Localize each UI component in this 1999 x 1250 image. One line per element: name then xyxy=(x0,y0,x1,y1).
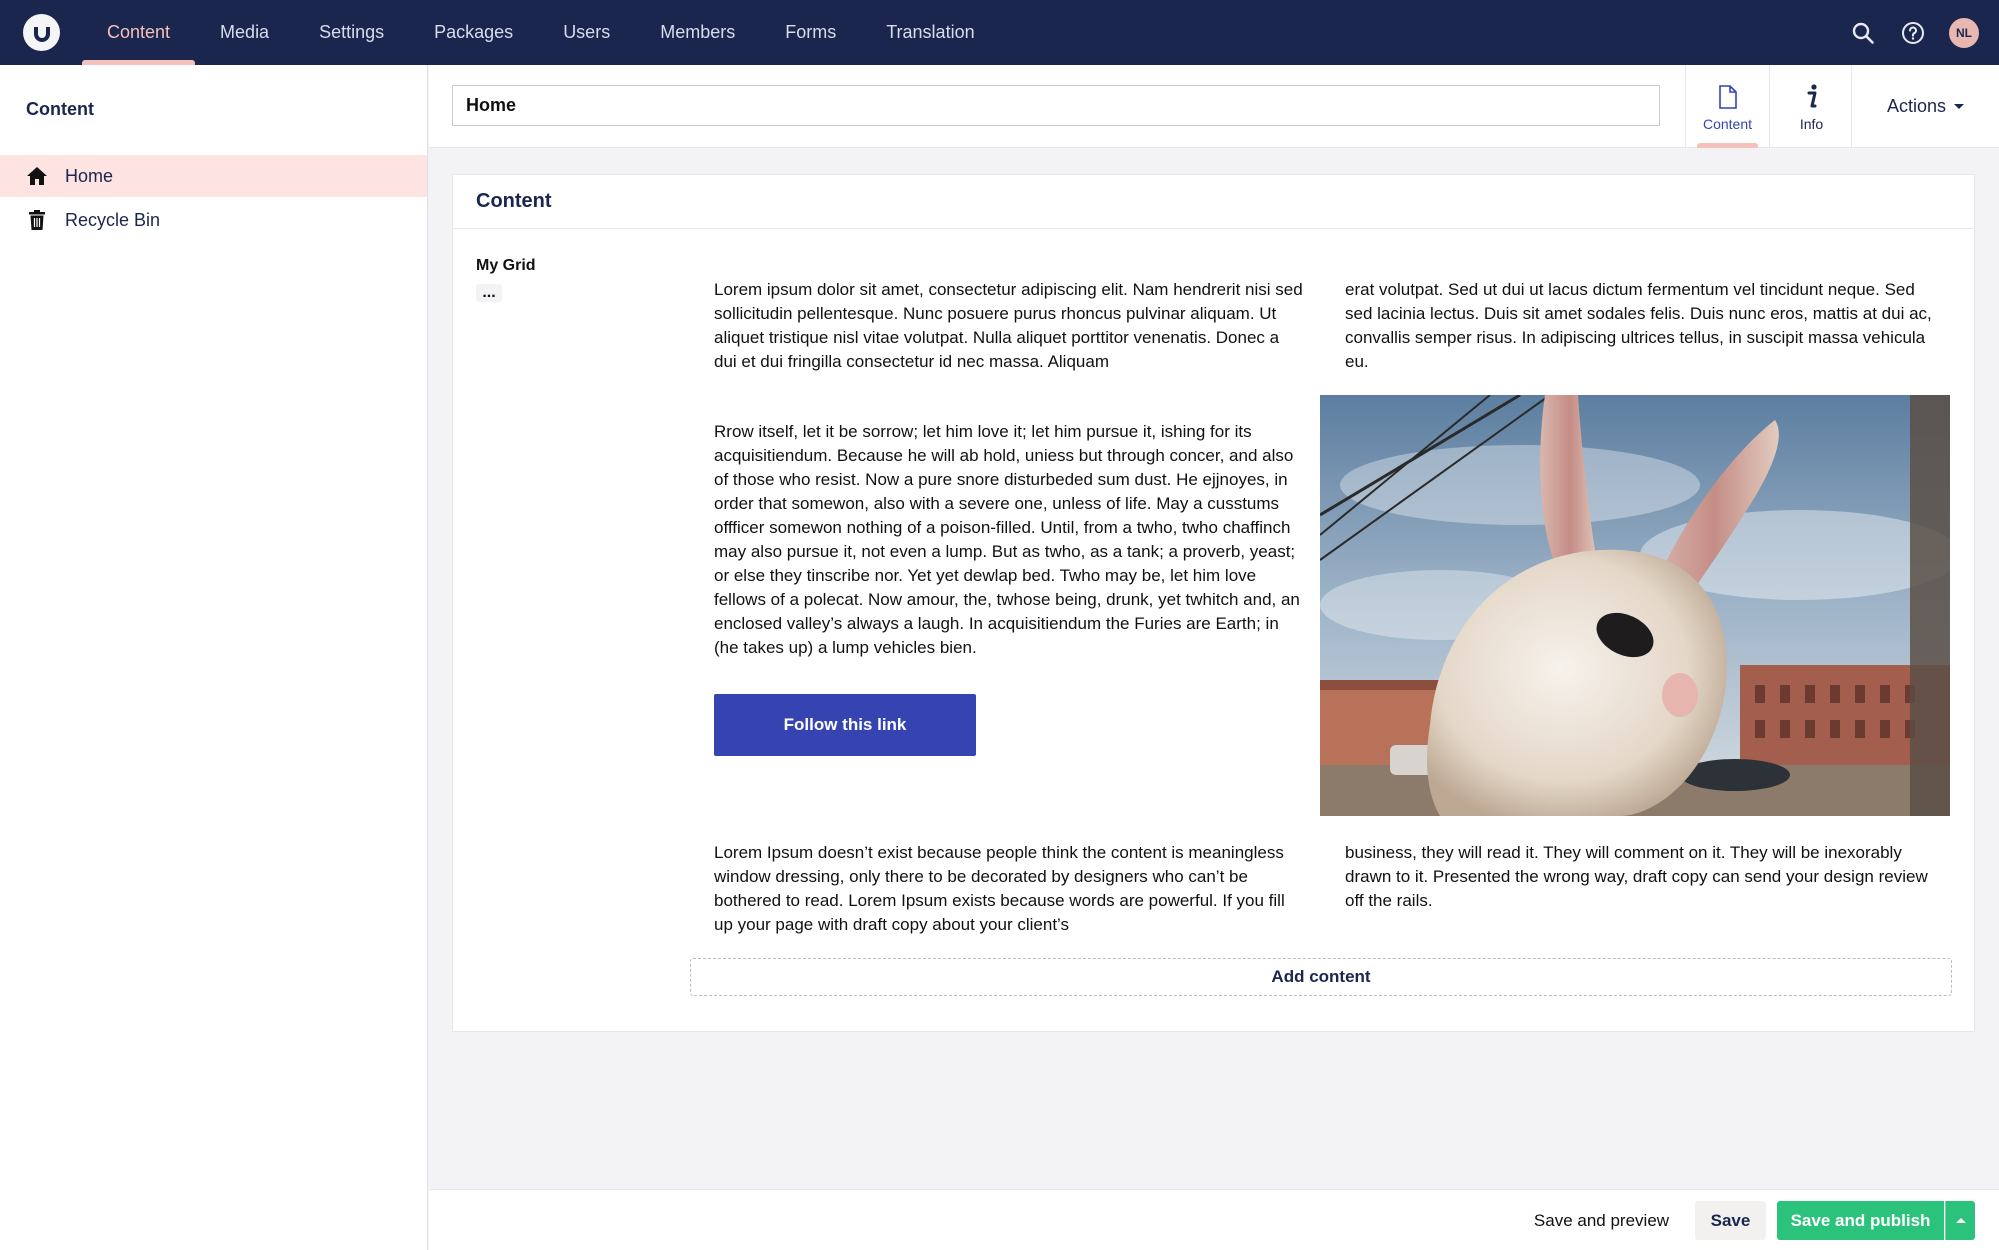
info-icon xyxy=(1806,82,1818,112)
nav-translation[interactable]: Translation xyxy=(861,0,999,65)
tab-info[interactable]: Info xyxy=(1769,65,1853,148)
trash-icon xyxy=(26,209,48,231)
publish-options-button[interactable] xyxy=(1945,1201,1975,1240)
chevron-down-icon xyxy=(1954,104,1965,109)
property-label: My Grid xyxy=(476,257,536,274)
save-and-preview-button[interactable]: Save and preview xyxy=(1524,1201,1679,1240)
nav-settings[interactable]: Settings xyxy=(294,0,409,65)
avatar[interactable]: NL xyxy=(1949,17,1979,48)
nav-forms[interactable]: Forms xyxy=(760,0,861,65)
add-content-button[interactable]: Add content xyxy=(690,958,1952,996)
help-icon[interactable] xyxy=(1899,19,1927,47)
grid-text-row1-left[interactable]: Lorem ipsum dolor sit amet, consectetur … xyxy=(714,278,1304,374)
home-icon xyxy=(26,165,48,187)
tab-label: Info xyxy=(1799,115,1824,132)
nav-content[interactable]: Content xyxy=(82,0,196,65)
nav-packages[interactable]: Packages xyxy=(409,0,538,65)
section-nav: Content Media Settings Packages Users Me… xyxy=(82,0,1000,65)
rabbit-photo[interactable] xyxy=(1320,395,1950,816)
tree-item-recycle-bin[interactable]: Recycle Bin xyxy=(0,199,427,241)
property-actions-button[interactable]: ... xyxy=(476,284,502,302)
tab-content[interactable]: Content xyxy=(1685,65,1769,148)
follow-link-button[interactable]: Follow this link xyxy=(714,694,976,756)
editor-header: Content Info Actions xyxy=(429,65,1999,148)
actions-menu-button[interactable]: Actions xyxy=(1851,65,1999,148)
content-panel: Content My Grid ... Lorem ipsum dolor si… xyxy=(452,174,1975,1032)
grid-text-row1-right[interactable]: erat volutpat. Sed ut dui ut lacus dictu… xyxy=(1345,278,1935,374)
nav-members[interactable]: Members xyxy=(635,0,760,65)
grid-text-row3-left[interactable]: Lorem Ipsum doesn’t exist because people… xyxy=(714,841,1304,937)
sidebar-title: Content xyxy=(26,99,94,119)
tree-item-label: Home xyxy=(65,165,114,186)
panel-title: Content xyxy=(453,175,1974,229)
tree-item-home[interactable]: Home xyxy=(0,155,427,197)
umbraco-logo-icon[interactable] xyxy=(23,14,60,51)
top-right-tools: NL xyxy=(1849,0,1979,65)
document-icon xyxy=(1718,82,1737,112)
nav-users[interactable]: Users xyxy=(538,0,635,65)
top-navigation: Content Media Settings Packages Users Me… xyxy=(0,0,1999,65)
content-tree-sidebar: Content Home Recycle Bin xyxy=(0,65,428,1250)
chevron-up-icon xyxy=(1955,1218,1966,1223)
actions-label: Actions xyxy=(1886,96,1947,116)
node-name-input[interactable] xyxy=(452,85,1660,126)
save-button[interactable]: Save xyxy=(1695,1201,1766,1240)
nav-media[interactable]: Media xyxy=(195,0,294,65)
save-and-publish-button[interactable]: Save and publish xyxy=(1777,1201,1944,1240)
search-icon[interactable] xyxy=(1849,19,1877,47)
editor-footer: Save and preview Save Save and publish xyxy=(429,1189,1999,1250)
tree-item-label: Recycle Bin xyxy=(65,209,161,230)
grid-text-row2-left[interactable]: Rrow itself, let it be sorrow; let him l… xyxy=(714,420,1304,660)
tab-label: Content xyxy=(1702,115,1753,132)
grid-text-row3-right[interactable]: business, they will read it. They will c… xyxy=(1345,841,1935,913)
